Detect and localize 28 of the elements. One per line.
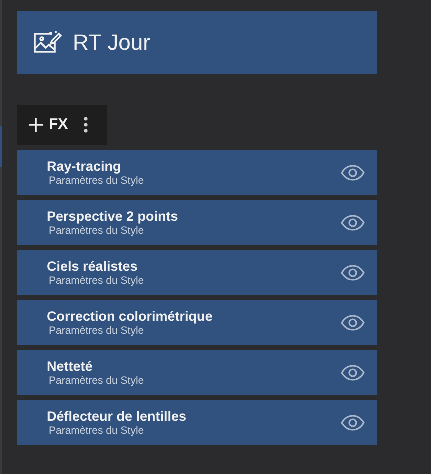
effect-item[interactable]: Netteté Paramètres du Style bbox=[17, 350, 377, 395]
header-title: RT Jour bbox=[73, 29, 150, 57]
visibility-eye-button[interactable] bbox=[341, 214, 365, 230]
effect-name: Ray-tracing bbox=[47, 158, 122, 174]
effect-item[interactable]: Perspective 2 points Paramètres du Style bbox=[17, 200, 377, 245]
effect-subtitle: Paramètres du Style bbox=[49, 174, 144, 188]
plus-icon bbox=[29, 118, 43, 132]
visibility-eye-button[interactable] bbox=[341, 314, 365, 330]
add-effect-button[interactable]: FX bbox=[27, 114, 70, 136]
effect-item[interactable]: Déflecteur de lentilles Paramètres du Style bbox=[17, 400, 377, 445]
effect-name: Perspective 2 points bbox=[47, 208, 178, 224]
effect-name: Netteté bbox=[47, 358, 93, 374]
visibility-eye-button[interactable] bbox=[341, 414, 365, 430]
effect-subtitle: Paramètres du Style bbox=[49, 424, 144, 438]
effect-subtitle: Paramètres du Style bbox=[49, 324, 144, 338]
effect-name: Déflecteur de lentilles bbox=[47, 408, 187, 424]
effect-name: Ciels réalistes bbox=[47, 258, 138, 274]
effect-item[interactable]: Ciels réalistes Paramètres du Style bbox=[17, 250, 377, 295]
visibility-eye-button[interactable] bbox=[341, 364, 365, 380]
effect-item[interactable]: Correction colorimétrique Paramètres du Style bbox=[17, 300, 377, 345]
visibility-eye-button[interactable] bbox=[341, 164, 365, 180]
image-edit-icon bbox=[33, 30, 63, 56]
effect-name: Correction colorimétrique bbox=[47, 308, 213, 324]
visibility-eye-button[interactable] bbox=[341, 264, 365, 280]
effect-subtitle: Paramètres du Style bbox=[49, 274, 144, 288]
effect-item[interactable]: Ray-tracing Paramètres du Style bbox=[17, 150, 377, 195]
effect-subtitle: Paramètres du Style bbox=[49, 374, 144, 388]
effect-subtitle: Paramètres du Style bbox=[49, 224, 144, 238]
